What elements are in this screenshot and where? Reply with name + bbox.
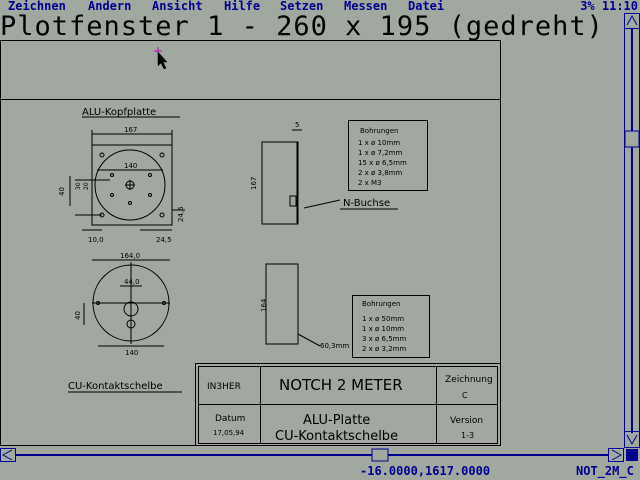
mouse-cursor — [154, 47, 168, 70]
bohrungen-box-2: Bohrungen 1 x ø 50mm 1 x ø 10mm 3 x ø 6,… — [352, 295, 430, 358]
scroll-corner-box — [626, 449, 638, 461]
vertical-scroll-thumb[interactable] — [624, 130, 640, 148]
window-title: Plotfenster 1 - 260 x 195 (gedreht) — [0, 11, 604, 42]
title-desc-1: ALU-Platte — [303, 413, 370, 428]
cu-side-view: 164 60,3mm — [260, 263, 349, 350]
title-version-value: 1-3 — [461, 431, 474, 440]
dim-40: 40 — [58, 187, 66, 196]
vertical-scrollbar[interactable] — [624, 13, 640, 448]
alu-kopfplatte-view: ALU-Kopfplatte 167 140 40 30 20 10,0 24,… — [58, 107, 185, 244]
bohrungen-box-1: Bohrungen 1 x ø 10mm 1 x ø 7,2mm 15 x ø … — [348, 120, 428, 191]
bohrungen-2-line-1: 1 x ø 50mm — [362, 315, 404, 323]
bohrungen-2-line-3: 3 x ø 6,5mm — [362, 335, 407, 343]
title-desc-2: CU-Kontaktschelbe — [275, 429, 398, 444]
cu-kontaktscheibe-view: 164,0 44,0 40 140 CU-Kontaktschelbe — [68, 252, 182, 393]
bohrungen-2-line-4: 2 x ø 3,2mm — [362, 345, 407, 353]
title-author: IN3HER — [207, 382, 241, 392]
title-datum-label: Datum — [215, 414, 245, 424]
dim-164-vertical: 164 — [260, 298, 268, 312]
n-buchse-label: N-Buchse — [343, 198, 390, 209]
scroll-down-icon[interactable] — [624, 431, 640, 448]
drawing-canvas[interactable]: ALU-Kopfplatte 167 140 40 30 20 10,0 24,… — [0, 0, 640, 480]
dim-24-5-right: 24,5 — [177, 206, 185, 222]
bohrungen-2-line-2: 1 x ø 10mm — [362, 325, 404, 333]
title-zeichnung-label: Zeichnung — [445, 375, 493, 385]
scroll-left-icon[interactable] — [0, 448, 16, 462]
title-datum-value: 17,05,94 — [213, 429, 245, 437]
dim-140-cu: 140 — [125, 349, 138, 357]
dim-167: 167 — [124, 126, 137, 134]
dim-44-0: 44,0 — [124, 278, 140, 286]
cu-title: CU-Kontaktschelbe — [68, 381, 163, 392]
dim-30: 30 — [75, 182, 82, 190]
title-version-label: Version — [450, 416, 483, 426]
bohrungen-1-title: Bohrungen — [360, 127, 398, 135]
scroll-right-icon[interactable] — [608, 448, 624, 462]
alu-title: ALU-Kopfplatte — [82, 107, 156, 118]
bohrungen-1-line-3: 15 x ø 6,5mm — [358, 159, 407, 167]
bohrungen-1-line-1: 1 x ø 10mm — [358, 139, 400, 147]
title-block: IN3HER NOTCH 2 METER Zeichnung C Datum 1… — [195, 363, 501, 446]
dim-60-3mm: 60,3mm — [320, 342, 349, 350]
status-bar: -16.0000,1617.0000 NOT_2M_C — [0, 462, 640, 480]
dim-167-vertical: 167 — [250, 177, 258, 190]
file-name: NOT_2M_C — [576, 464, 634, 478]
dim-164-0: 164,0 — [120, 252, 140, 260]
title-project: NOTCH 2 METER — [279, 376, 403, 394]
cursor-coordinates: -16.0000,1617.0000 — [360, 464, 491, 478]
dim-10: 10,0 — [88, 236, 104, 244]
title-zeichnung-value: C — [462, 391, 468, 400]
scroll-up-icon[interactable] — [624, 13, 640, 29]
dim-24-5-bottom: 24,5 — [156, 236, 172, 244]
dim-5: 5 — [295, 121, 299, 129]
dim-140: 140 — [124, 162, 137, 170]
horizontal-scrollbar[interactable] — [0, 448, 640, 462]
horizontal-scroll-thumb[interactable] — [371, 448, 389, 462]
dim-20: 20 — [83, 182, 90, 190]
dim-40-cu: 40 — [74, 311, 82, 320]
bohrungen-1-line-2: 1 x ø 7,2mm — [358, 149, 403, 157]
bohrungen-1-line-4: 2 x ø 3,8mm — [358, 169, 403, 177]
bohrungen-1-line-5: 2 x M3 — [358, 179, 382, 187]
bohrungen-2-title: Bohrungen — [362, 300, 400, 308]
